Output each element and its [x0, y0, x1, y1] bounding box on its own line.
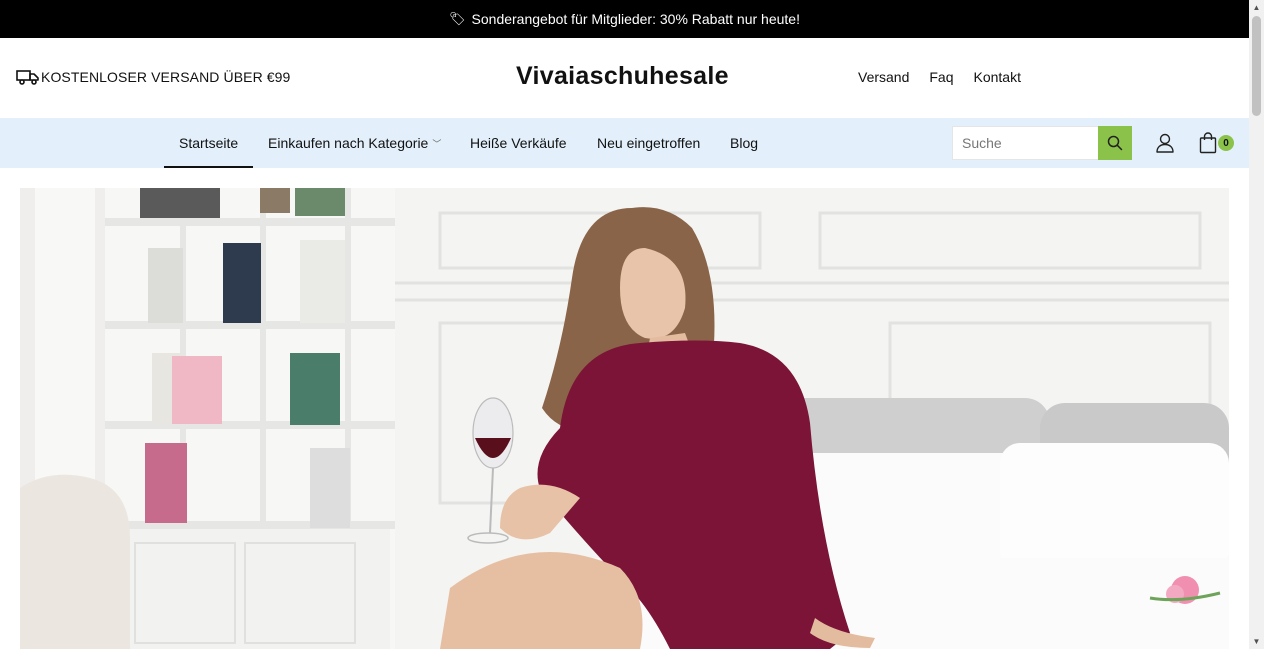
link-versand[interactable]: Versand — [858, 69, 909, 85]
truck-icon — [16, 70, 39, 85]
free-shipping-text: KOSTENLOSER VERSAND ÜBER €99 — [41, 69, 291, 85]
search-button[interactable] — [1098, 126, 1132, 160]
chevron-down-icon: ﹀ — [432, 138, 442, 149]
hero-banner[interactable] — [20, 188, 1229, 649]
header-links: Versand Faq Kontakt — [858, 69, 1021, 85]
link-kontakt[interactable]: Kontakt — [974, 69, 1021, 85]
scroll-down-arrow-icon[interactable]: ▼ — [1249, 634, 1264, 649]
page-scrollbar[interactable]: ▲ ▼ — [1249, 0, 1264, 649]
scrollbar-thumb[interactable] — [1252, 16, 1261, 116]
announcement-text: Sonderangebot für Mitglieder: 30% Rabatt… — [471, 11, 800, 27]
free-shipping-notice: KOSTENLOSER VERSAND ÜBER €99 — [16, 68, 290, 86]
nav-item-label: Blog — [730, 135, 759, 151]
search-icon — [1107, 135, 1123, 151]
nav-item-startseite[interactable]: Startseite — [163, 118, 254, 168]
scroll-up-arrow-icon[interactable]: ▲ — [1249, 0, 1264, 15]
site-header: KOSTENLOSER VERSAND ÜBER €99 Vivaiaschuh… — [0, 38, 1249, 118]
cart-count-badge: 0 — [1218, 135, 1234, 151]
nav-item-heisse-verkaeufe[interactable]: Heiße Verkäufe — [470, 118, 567, 168]
link-faq[interactable]: Faq — [929, 69, 953, 85]
nav-item-label: Heiße Verkäufe — [470, 135, 567, 151]
nav-item-kategorie[interactable]: Einkaufen nach Kategorie ﹀ — [268, 118, 441, 168]
nav-item-blog[interactable]: Blog — [730, 118, 758, 168]
announcement-bar: 🏷 Sonderangebot für Mitglieder: 30% Raba… — [0, 0, 1249, 38]
shopping-bag-icon[interactable] — [1199, 132, 1217, 154]
nav-item-label: Neu eingetroffen — [597, 135, 701, 151]
user-icon[interactable] — [1155, 133, 1175, 153]
site-logo[interactable]: Vivaiaschuhesale — [516, 62, 729, 91]
nav-item-neu-eingetroffen[interactable]: Neu eingetroffen — [597, 118, 700, 168]
search-box — [952, 126, 1132, 160]
nav-item-label: Startseite — [179, 135, 239, 151]
search-input[interactable] — [953, 127, 1098, 159]
tag-icon: 🏷 — [449, 11, 466, 26]
nav-item-label: Einkaufen nach Kategorie — [268, 135, 429, 151]
hero-image — [20, 188, 1229, 649]
